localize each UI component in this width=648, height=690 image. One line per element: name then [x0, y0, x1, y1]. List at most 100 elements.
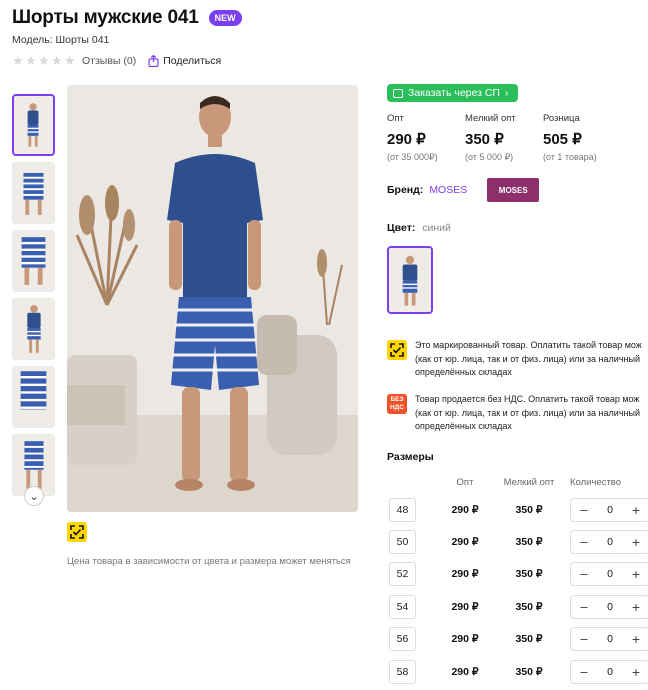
title-row: Шорты мужские 041 NEW [12, 7, 242, 29]
no-vat-notice: БЕЗ НДС Товар продается без НДС. Оплатит… [387, 393, 648, 434]
no-vat-icon: БЕЗ НДС [387, 394, 407, 414]
size-label: 58 [389, 660, 416, 684]
price-tier-small-opt: Мелкий опт 350 ₽ (от 5 000 ₽) [465, 113, 543, 163]
share-icon [148, 55, 159, 67]
size-header-qty: Количество [570, 477, 622, 488]
size-row: 54 290 ₽ 350 ₽ −0 + [389, 595, 648, 621]
size-opt-price: 290 ₽ [451, 536, 479, 548]
size-opt-price: 290 ₽ [451, 633, 479, 645]
thumbnail-4[interactable] [12, 298, 55, 360]
size-row: 52 290 ₽ 350 ₽ −0 + [389, 562, 648, 588]
size-header-small-opt: Мелкий опт [503, 477, 555, 488]
main-product-photo[interactable] [67, 85, 358, 512]
marking-icon [67, 522, 87, 542]
notice-line: (как от юр. лица, так и от физ. лица) ил… [415, 353, 640, 364]
price-tier-value: 290 ₽ [387, 131, 426, 148]
product-title: Шорты мужские 041 [12, 7, 199, 28]
price-tier-label: Опт [387, 113, 404, 124]
chevron-down-icon: ⌄ [29, 490, 39, 503]
cart-icon [393, 88, 403, 98]
price-tier-min: (от 35 000₽) [387, 152, 438, 162]
brand-row: Бренд: MOSES MOSES [387, 178, 540, 202]
color-label: Цвет: [387, 222, 416, 234]
brand-label: Бренд: [387, 184, 424, 196]
quantity-stepper: −0 + [570, 562, 648, 586]
size-small-opt-price: 350 ₽ [515, 504, 543, 516]
quantity-value[interactable]: 0 [597, 568, 623, 580]
price-tier-opt: Опт 290 ₽ (от 35 000₽) [387, 113, 465, 163]
color-row: Цвет: синий [387, 222, 451, 234]
size-row: 48 290 ₽ 350 ₽ −0 + [389, 498, 648, 524]
quantity-value[interactable]: 0 [597, 536, 623, 548]
brand-logo[interactable]: MOSES [487, 178, 540, 202]
brand-link[interactable]: MOSES [429, 184, 467, 196]
price-tier-label: Мелкий опт [465, 113, 516, 124]
color-value: синий [422, 222, 451, 234]
quantity-value[interactable]: 0 [597, 504, 623, 516]
quantity-stepper: −0 + [570, 627, 648, 651]
size-opt-price: 290 ₽ [451, 666, 479, 678]
chevron-right-icon: › [504, 87, 509, 99]
quantity-stepper: −0 + [570, 595, 648, 619]
size-header-opt: Опт [456, 477, 474, 488]
size-small-opt-price: 350 ₽ [515, 568, 543, 580]
marking-icon [387, 340, 407, 360]
size-row: 58 290 ₽ 350 ₽ −0 + [389, 660, 648, 686]
thumbnails-scroll-down-button[interactable]: ⌄ [24, 486, 44, 506]
price-tier-value: 350 ₽ [465, 131, 504, 148]
thumbnail-3[interactable] [12, 230, 55, 292]
decrease-button[interactable]: − [571, 631, 597, 647]
increase-button[interactable]: + [623, 664, 648, 680]
decrease-button[interactable]: − [571, 599, 597, 615]
star-icon: ★ [12, 53, 24, 68]
size-label: 54 [389, 595, 416, 619]
rating-stars[interactable]: ★ ★ ★ ★ ★ [12, 53, 76, 68]
size-opt-price: 290 ₽ [451, 568, 479, 580]
color-swatch-blue[interactable] [387, 246, 433, 314]
share-label: Поделиться [163, 55, 222, 67]
rating-row: ★ ★ ★ ★ ★ Отзывы (0) Поделиться [12, 53, 221, 68]
size-small-opt-price: 350 ₽ [515, 633, 543, 645]
decrease-button[interactable]: − [571, 566, 597, 582]
quantity-value[interactable]: 0 [597, 633, 623, 645]
size-label: 56 [389, 627, 416, 651]
decrease-button[interactable]: − [571, 502, 597, 518]
reviews-link[interactable]: Отзывы (0) [82, 55, 136, 67]
thumbnail-1[interactable] [12, 94, 55, 156]
size-small-opt-price: 350 ₽ [515, 536, 543, 548]
decrease-button[interactable]: − [571, 664, 597, 680]
brand-logo-text: MOSES [498, 185, 528, 195]
share-button[interactable]: Поделиться [148, 55, 221, 67]
quantity-stepper: −0 + [570, 498, 648, 522]
increase-button[interactable]: + [623, 566, 648, 582]
order-via-sp-button[interactable]: Заказать через СП › [387, 84, 519, 102]
quantity-stepper: −0 + [570, 660, 648, 684]
quantity-value[interactable]: 0 [597, 601, 623, 613]
increase-button[interactable]: + [623, 631, 648, 647]
star-icon: ★ [25, 53, 37, 68]
price-note: Цена товара в зависимости от цвета и раз… [67, 556, 351, 567]
quantity-value[interactable]: 0 [597, 666, 623, 678]
size-opt-price: 290 ₽ [451, 601, 479, 613]
sizes-title: Размеры [387, 451, 434, 463]
price-tiers: Опт 290 ₽ (от 35 000₽) Мелкий опт 350 ₽ … [387, 113, 621, 163]
notice-line: определённых складах [415, 367, 512, 377]
price-tier-value: 505 ₽ [543, 131, 582, 148]
new-badge: NEW [208, 10, 242, 26]
thumbnail-2[interactable] [12, 162, 55, 224]
thumbnail-5[interactable] [12, 366, 55, 428]
price-tier-min: (от 1 товара) [543, 152, 597, 162]
notice-line: (как от юр. лица, так и от физ. лица) ил… [415, 407, 640, 418]
decrease-button[interactable]: − [571, 534, 597, 550]
marked-goods-notice: Это маркированный товар. Оплатить такой … [387, 339, 648, 380]
size-label: 48 [389, 498, 416, 522]
increase-button[interactable]: + [623, 599, 648, 615]
price-tier-label: Розница [543, 113, 580, 124]
increase-button[interactable]: + [623, 502, 648, 518]
notice-line: Товар продается без НДС. Оплатить такой … [415, 394, 640, 404]
price-tier-retail: Розница 505 ₽ (от 1 товара) [543, 113, 621, 163]
size-row: 56 290 ₽ 350 ₽ −0 + [389, 627, 648, 653]
increase-button[interactable]: + [623, 534, 648, 550]
size-small-opt-price: 350 ₽ [515, 601, 543, 613]
thumbnail-strip [12, 94, 56, 502]
